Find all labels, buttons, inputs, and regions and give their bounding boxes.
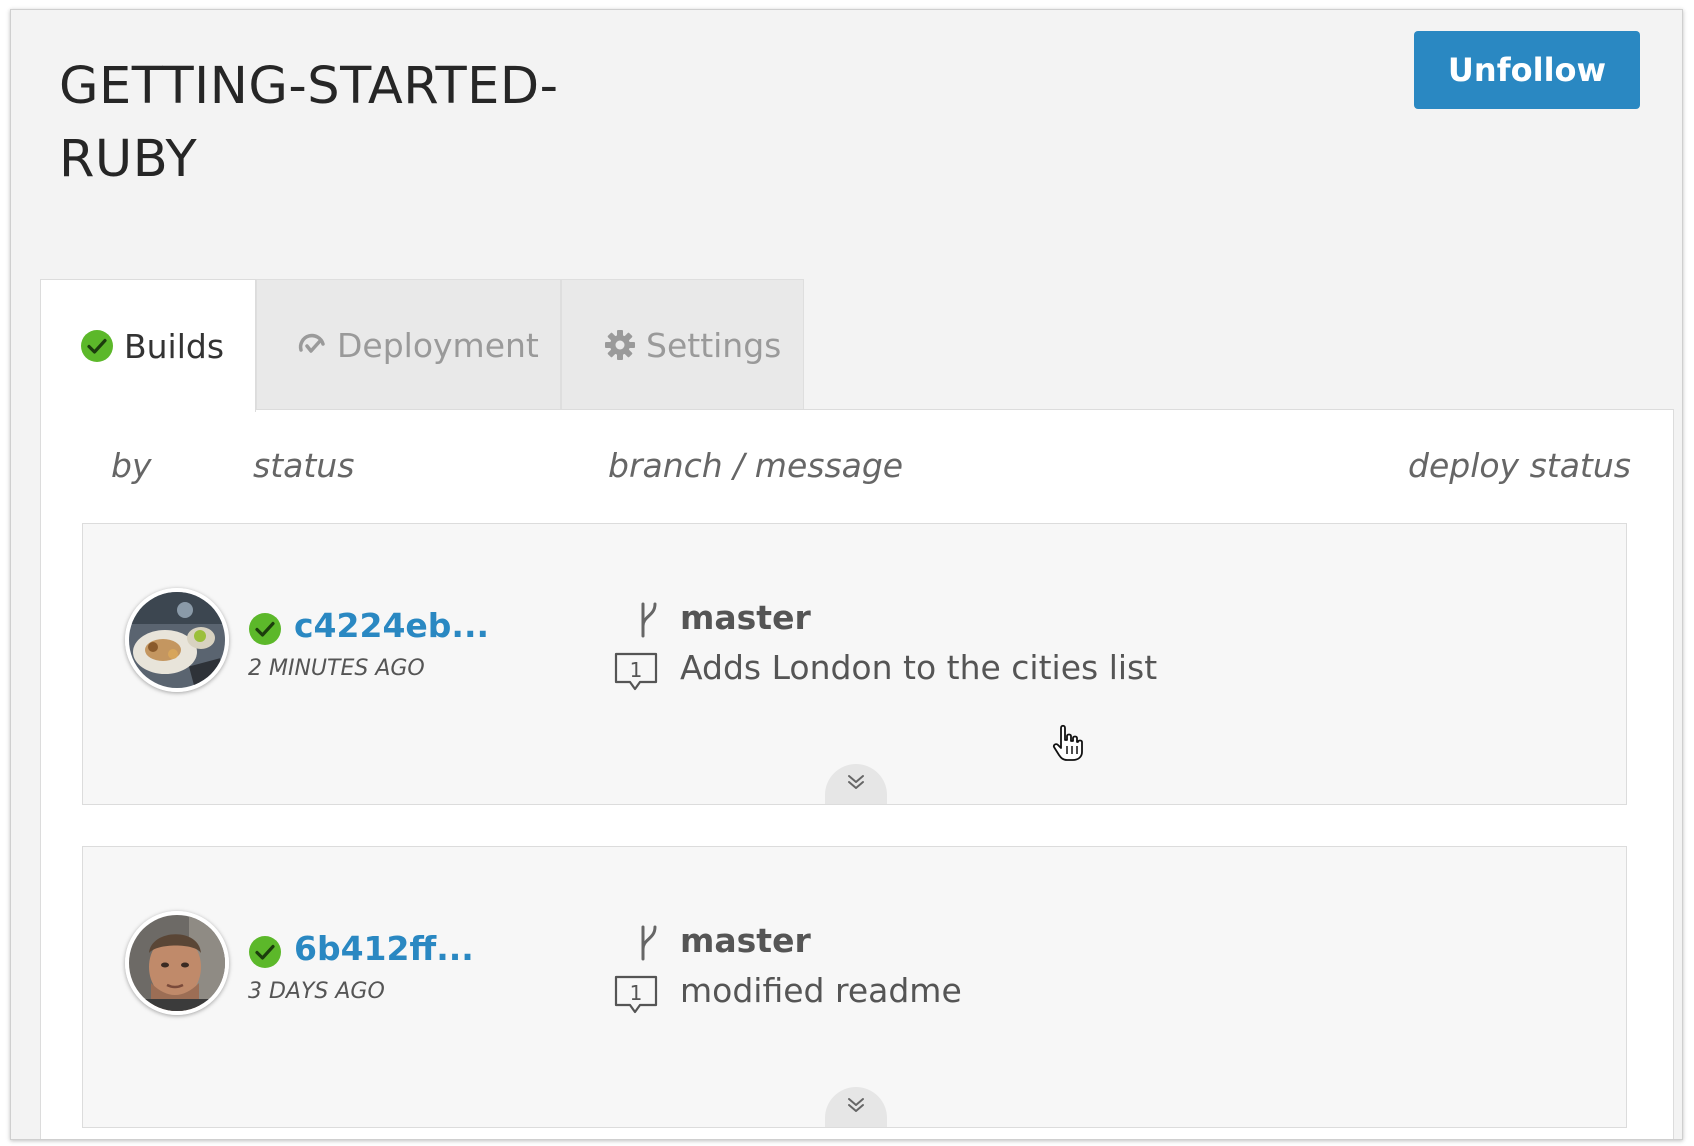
tab-builds-label: Builds [124, 326, 225, 366]
comment-icon: 1 [614, 975, 658, 1019]
branch-name: master [680, 598, 811, 637]
comment-count: 1 [630, 658, 643, 682]
branch-icon [637, 602, 659, 642]
build-row[interactable]: c4224eb... 2 MINUTES AGO master 1 Adds L… [82, 523, 1627, 805]
hand-cursor-icon [1051, 724, 1085, 766]
branch-name: master [680, 921, 811, 960]
page-title: GETTING-STARTED-RUBY [59, 57, 559, 189]
build-row[interactable]: 6b412ff... 3 DAYS AGO master 1 modified … [82, 846, 1627, 1128]
column-header-status: status [253, 446, 355, 485]
app-window: GETTING-STARTED-RUBY Unfollow Builds Dep… [10, 9, 1683, 1140]
double-chevron-down-icon [846, 773, 866, 795]
branch-icon [637, 925, 659, 965]
tab-deployment-label: Deployment [337, 325, 539, 365]
gear-icon [604, 329, 636, 361]
comment-icon: 1 [614, 652, 658, 696]
green-check-icon [248, 612, 282, 650]
commit-link[interactable]: 6b412ff... [294, 929, 474, 968]
expand-button[interactable] [825, 764, 887, 804]
comment-count: 1 [630, 981, 643, 1005]
build-timestamp: 2 MINUTES AGO [248, 656, 425, 681]
tab-settings[interactable]: Settings [561, 279, 804, 410]
column-header-deploy-status: deploy status [1408, 446, 1631, 485]
avatar [125, 588, 229, 692]
tab-deployment[interactable]: Deployment [256, 279, 561, 410]
column-header-by: by [111, 446, 152, 485]
deploy-icon [297, 330, 327, 360]
commit-message: modified readme [680, 971, 962, 1010]
commit-message: Adds London to the cities list [680, 648, 1158, 687]
tab-settings-label: Settings [646, 325, 782, 365]
tab-builds[interactable]: Builds [40, 279, 256, 412]
commit-link[interactable]: c4224eb... [294, 606, 489, 645]
unfollow-button[interactable]: Unfollow [1414, 31, 1640, 109]
column-header-branch-message: branch / message [608, 446, 904, 485]
avatar [125, 911, 229, 1015]
build-timestamp: 3 DAYS AGO [248, 979, 385, 1004]
builds-panel: by status branch / message deploy status [40, 409, 1674, 1139]
expand-button[interactable] [825, 1087, 887, 1127]
green-check-icon [80, 329, 114, 363]
double-chevron-down-icon [846, 1096, 866, 1118]
green-check-icon [248, 935, 282, 973]
